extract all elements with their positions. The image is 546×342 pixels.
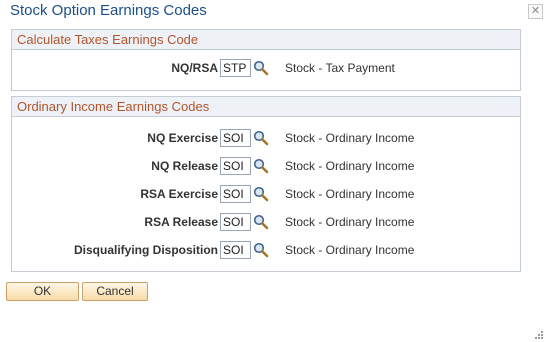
- magnifier-icon[interactable]: [253, 186, 269, 202]
- disqualifying-disposition-code-input[interactable]: [220, 241, 251, 259]
- field-label: RSA Release: [144, 215, 218, 229]
- magnifier-icon[interactable]: [253, 158, 269, 174]
- magnifier-icon[interactable]: [253, 130, 269, 146]
- magnifier-icon[interactable]: [253, 60, 269, 76]
- group-header-ordinary-income: Ordinary Income Earnings Codes: [12, 97, 520, 117]
- code-description: Stock - Tax Payment: [285, 61, 395, 75]
- resize-grip-icon[interactable]: [534, 330, 544, 340]
- row-nq-exercise: NQ Exercise Stock - Ordinary Income: [12, 129, 520, 149]
- magnifier-icon[interactable]: [253, 242, 269, 258]
- nq-rsa-code-input[interactable]: [220, 59, 251, 77]
- field-label: RSA Exercise: [140, 187, 218, 201]
- ordinary-income-group: Ordinary Income Earnings Codes NQ Exerci…: [11, 96, 521, 272]
- rsa-exercise-code-input[interactable]: [220, 185, 251, 203]
- code-description: Stock - Ordinary Income: [285, 243, 415, 257]
- dialog-title: Stock Option Earnings Codes: [10, 2, 207, 19]
- row-rsa-exercise: RSA Exercise Stock - Ordinary Income: [12, 185, 520, 205]
- group-header-calculate-taxes: Calculate Taxes Earnings Code: [12, 30, 520, 50]
- code-description: Stock - Ordinary Income: [285, 187, 415, 201]
- rsa-release-code-input[interactable]: [220, 213, 251, 231]
- field-label: NQ Exercise: [147, 131, 218, 145]
- ok-button[interactable]: OK: [6, 282, 79, 301]
- row-nq-release: NQ Release Stock - Ordinary Income: [12, 157, 520, 177]
- calculate-taxes-group: Calculate Taxes Earnings Code NQ/RSA Sto…: [11, 29, 521, 91]
- field-label: NQ Release: [151, 159, 218, 173]
- dialog-title-bar: Stock Option Earnings Codes ✕: [0, 0, 546, 24]
- field-label: NQ/RSA: [171, 61, 218, 75]
- row-rsa-release: RSA Release Stock - Ordinary Income: [12, 213, 520, 233]
- code-description: Stock - Ordinary Income: [285, 131, 415, 145]
- row-disqualifying-disposition: Disqualifying Disposition Stock - Ordina…: [12, 241, 520, 261]
- row-nq-rsa: NQ/RSA Stock - Tax Payment: [12, 59, 520, 79]
- field-label: Disqualifying Disposition: [73, 243, 218, 257]
- code-description: Stock - Ordinary Income: [285, 159, 415, 173]
- nq-exercise-code-input[interactable]: [220, 129, 251, 147]
- cancel-button[interactable]: Cancel: [82, 282, 148, 301]
- code-description: Stock - Ordinary Income: [285, 215, 415, 229]
- nq-release-code-input[interactable]: [220, 157, 251, 175]
- magnifier-icon[interactable]: [253, 214, 269, 230]
- close-icon[interactable]: ✕: [528, 4, 543, 19]
